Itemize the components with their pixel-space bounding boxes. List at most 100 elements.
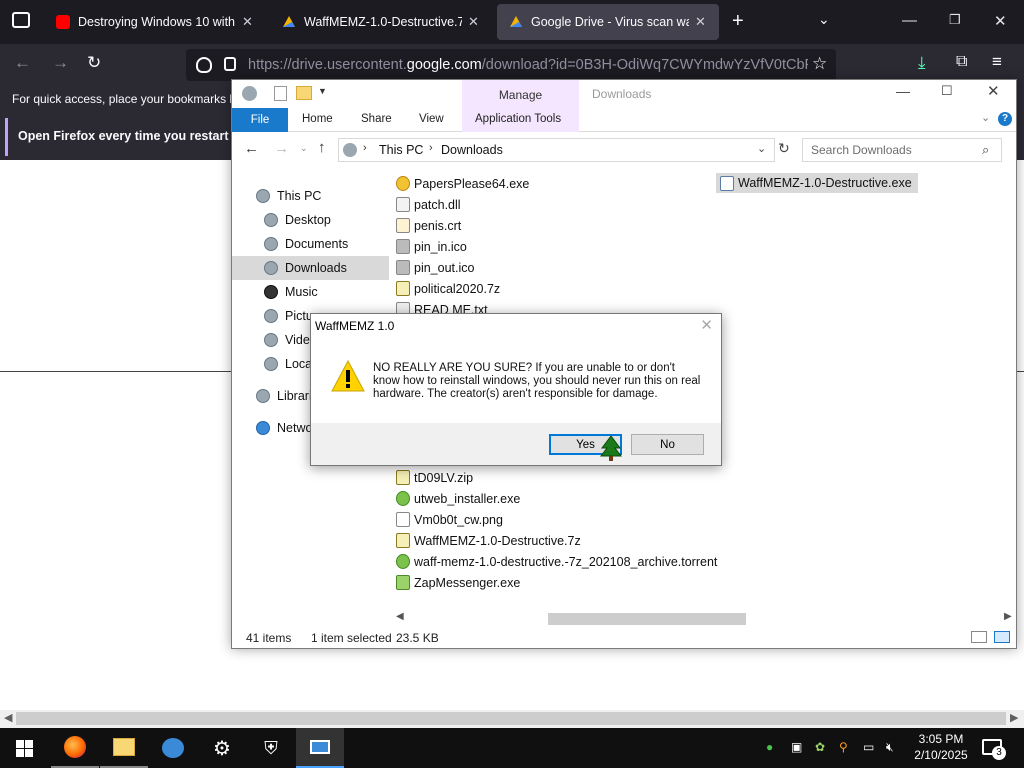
maximize-button[interactable]: ❐	[949, 12, 961, 28]
window-app-icon	[310, 740, 330, 754]
list-item[interactable]: pin_out.ico	[396, 257, 474, 278]
nav-item-documents[interactable]: Documents	[232, 232, 389, 256]
nav-item-music[interactable]: Music	[232, 280, 389, 304]
forward-arrow-icon[interactable]: →	[52, 53, 69, 73]
taskbar-people[interactable]	[149, 728, 197, 768]
customize-toolbar-chevron-icon[interactable]: ▼	[318, 86, 327, 96]
scrollbar-thumb[interactable]	[16, 712, 1006, 725]
address-dropdown-chevron-icon[interactable]: ⌄	[757, 142, 766, 155]
dialog-close-icon[interactable]: ✕	[700, 316, 713, 334]
search-input[interactable]: Search Downloads	[802, 138, 1002, 162]
taskbar-settings[interactable]: ⚙	[198, 728, 246, 768]
hamburger-menu-icon[interactable]: ≡	[992, 52, 1002, 72]
tab-drive-file[interactable]: WaffMEMZ-1.0-Destructive.7z ✕	[270, 0, 492, 44]
dialog-footer: Yes No	[311, 423, 721, 465]
refresh-icon[interactable]: ↻	[778, 140, 790, 157]
local-disk-icon	[264, 357, 278, 371]
downloads-icon[interactable]: ⤓	[918, 53, 926, 73]
taskbar-file-explorer[interactable]	[100, 728, 148, 768]
notice-text: Open Firefox every time you restart y	[18, 129, 239, 143]
clock[interactable]: 3:05 PM 2/10/2025	[910, 731, 972, 763]
search-tray-icon[interactable]: ⚲	[839, 740, 848, 754]
selected-file[interactable]: WaffMEMZ-1.0-Destructive.exe	[716, 173, 918, 193]
taskbar-security[interactable]: ⛨	[247, 728, 295, 768]
list-item[interactable]: pin_in.ico	[396, 236, 467, 257]
address-bar[interactable]: › This PC › Downloads ⌄	[338, 138, 775, 162]
list-item[interactable]: penis.crt	[396, 215, 461, 236]
help-icon[interactable]: ?	[998, 112, 1012, 126]
network-icon[interactable]: ▭	[863, 740, 874, 754]
extensions-icon[interactable]: ⧉	[956, 53, 967, 71]
taskbar-active-app[interactable]	[296, 728, 344, 768]
list-item[interactable]: tD09LV.zip	[396, 467, 473, 488]
list-item[interactable]: WaffMEMZ-1.0-Destructive.7z	[396, 530, 581, 551]
tray-app-icon[interactable]: ▣	[791, 740, 802, 754]
maximize-button[interactable]: ☐	[941, 83, 953, 99]
quick-access-toolbar: ▼ Manage Downloads — ☐ ✕	[232, 80, 1016, 108]
forward-arrow-icon[interactable]: →	[274, 140, 289, 157]
tab-share[interactable]: Share	[361, 113, 392, 125]
url-bar[interactable]: https://drive.usercontent.google.com/dow…	[186, 49, 836, 81]
list-all-tabs-chevron-icon[interactable]: ⌄	[818, 11, 830, 28]
details-view-icon[interactable]	[971, 631, 987, 643]
tab-drive-virus-scan[interactable]: Google Drive - Virus scan warn ✕	[497, 4, 719, 40]
url-text[interactable]: https://drive.usercontent.google.com/dow…	[248, 57, 808, 73]
tab-close-icon[interactable]: ✕	[468, 14, 479, 30]
back-arrow-icon[interactable]: ←	[244, 140, 259, 157]
clock-date: 2/10/2025	[914, 748, 968, 762]
zapmessenger-tray-icon[interactable]: ✿	[815, 740, 825, 754]
scroll-left-icon[interactable]: ◀	[4, 711, 12, 724]
minimize-button[interactable]: —	[896, 83, 910, 99]
back-arrow-icon[interactable]: ←	[14, 53, 31, 73]
scroll-left-icon[interactable]: ◀	[396, 611, 404, 622]
new-folder-icon[interactable]	[296, 86, 312, 100]
volume-muted-icon[interactable]: 🔇︎	[886, 740, 894, 755]
list-item[interactable]: ZapMessenger.exe	[396, 572, 520, 593]
scroll-right-icon[interactable]: ▶	[1004, 611, 1012, 622]
nav-item-downloads[interactable]: Downloads	[232, 256, 389, 280]
list-item[interactable]: PapersPlease64.exe	[396, 173, 529, 194]
tab-close-icon[interactable]: ✕	[695, 14, 706, 30]
tab-application-tools[interactable]: Application Tools	[462, 108, 579, 132]
lock-icon[interactable]	[224, 57, 236, 71]
expand-ribbon-chevron-icon[interactable]: ⌄	[981, 111, 990, 124]
list-item[interactable]: political2020.7z	[396, 278, 500, 299]
tab-close-icon[interactable]: ✕	[242, 14, 253, 30]
close-window-button[interactable]: ✕	[987, 82, 1000, 100]
firefox-view-icon[interactable]	[12, 12, 30, 28]
nav-item-desktop[interactable]: Desktop	[232, 208, 389, 232]
large-icons-view-icon[interactable]	[994, 631, 1010, 643]
breadcrumb-this-pc[interactable]: This PC	[379, 143, 423, 157]
recent-locations-chevron-icon[interactable]: ⌄	[300, 143, 308, 154]
tab-file[interactable]: File	[232, 108, 288, 132]
minimize-button[interactable]: —	[902, 12, 917, 29]
new-tab-button[interactable]: +	[732, 10, 744, 33]
scrollbar-thumb[interactable]	[548, 613, 746, 625]
close-window-button[interactable]: ✕	[994, 12, 1007, 30]
tab-youtube[interactable]: Destroying Windows 10 with W ✕	[44, 0, 266, 44]
taskbar-firefox[interactable]	[51, 728, 99, 768]
page-horizontal-scrollbar[interactable]: ◀ ▶	[0, 710, 1024, 728]
file-list-horizontal-scrollbar[interactable]: ◀ ▶	[392, 610, 1016, 627]
list-item[interactable]: Vm0b0t_cw.png	[396, 509, 503, 530]
list-item[interactable]: patch.dll	[396, 194, 461, 215]
list-item[interactable]: waff-memz-1.0-destructive.-7z_202108_arc…	[396, 551, 717, 572]
up-arrow-icon[interactable]: ↑	[318, 139, 326, 156]
scroll-right-icon[interactable]: ▶	[1010, 711, 1018, 724]
tab-home[interactable]: Home	[302, 113, 333, 125]
tab-manage[interactable]: Manage	[462, 80, 579, 108]
ico-file-icon	[396, 260, 410, 275]
start-button[interactable]	[0, 728, 48, 768]
nav-item-this-pc[interactable]: This PC	[232, 184, 389, 208]
utorrent-tray-icon[interactable]: ●	[766, 740, 773, 754]
no-button[interactable]: No	[631, 434, 704, 455]
this-pc-icon[interactable]	[242, 86, 257, 101]
list-item[interactable]: utweb_installer.exe	[396, 488, 520, 509]
utorrent-icon	[396, 491, 410, 506]
bookmark-star-icon[interactable]: ☆	[812, 54, 827, 74]
breadcrumb-downloads[interactable]: Downloads	[441, 143, 503, 157]
shield-icon[interactable]	[196, 57, 212, 73]
tab-view[interactable]: View	[419, 113, 444, 125]
reload-icon[interactable]: ↻	[87, 53, 101, 73]
properties-icon[interactable]	[274, 86, 287, 101]
